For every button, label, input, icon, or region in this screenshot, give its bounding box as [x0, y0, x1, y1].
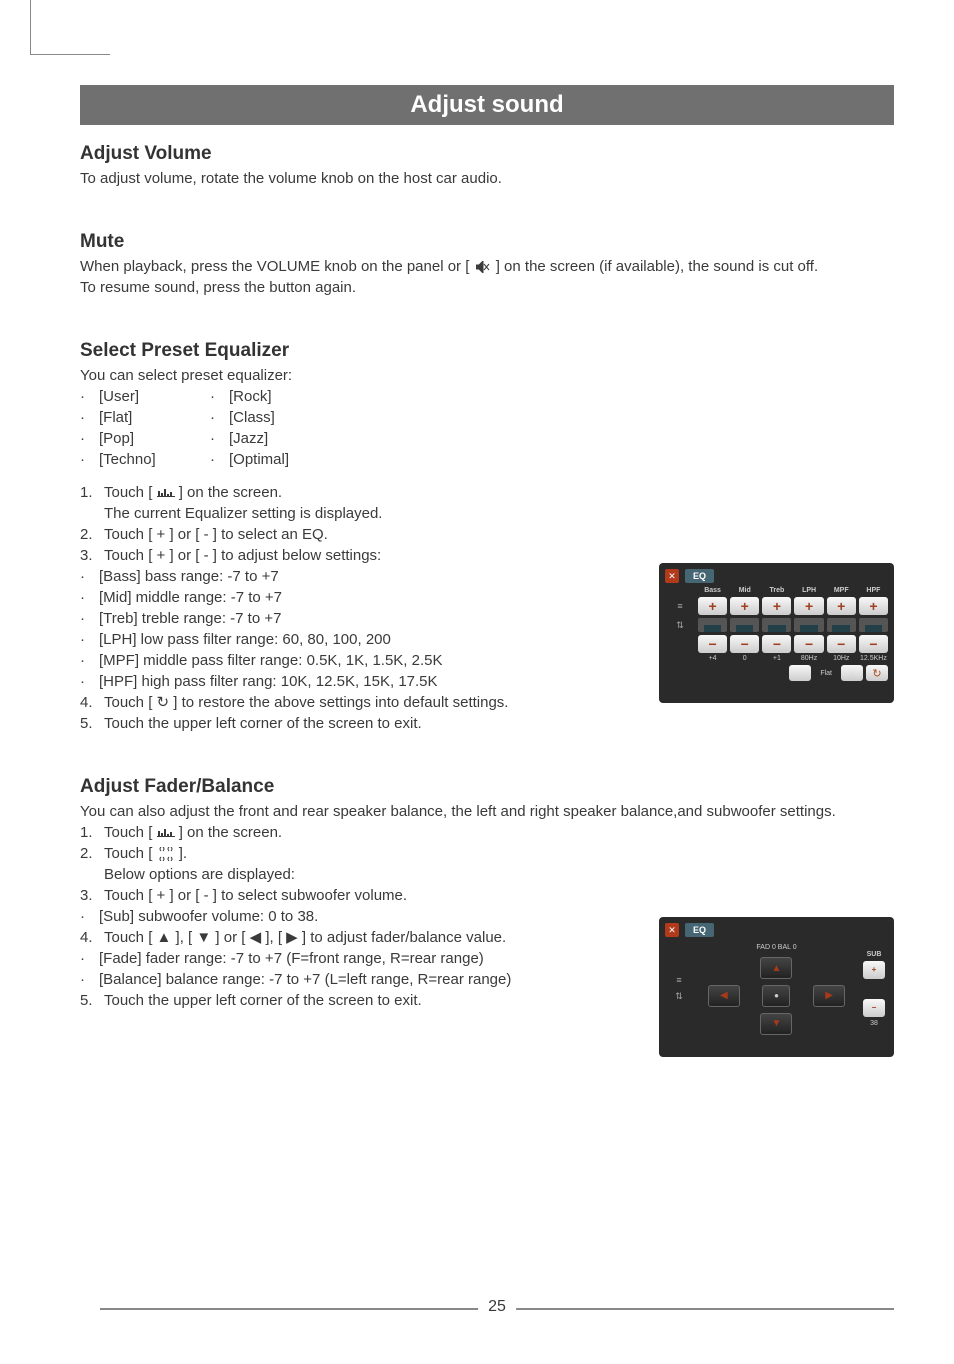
title-adjust-volume: Adjust Volume	[80, 143, 894, 165]
minus-button: −	[789, 665, 811, 681]
title-eq: Select Preset Equalizer	[80, 340, 894, 362]
down-triangle-icon: ▼	[196, 929, 211, 946]
plus-button: +	[762, 597, 791, 615]
up-button: ▲	[760, 957, 792, 979]
fader-balance-icon: ⇅	[665, 620, 695, 631]
equalizer-icon: ≡	[665, 975, 693, 985]
minus-button: −	[827, 635, 856, 653]
title-mute: Mute	[80, 231, 894, 253]
eq-title-label: EQ	[685, 923, 714, 937]
text-mute-1: When playback, press the VOLUME knob on …	[80, 256, 894, 277]
text-fb-intro: You can also adjust the front and rear s…	[80, 801, 894, 822]
mute-icon	[476, 261, 490, 273]
plus-button: +	[698, 597, 727, 615]
plus-button: +	[827, 597, 856, 615]
page-number: 25	[478, 1298, 516, 1316]
close-icon: ✕	[665, 569, 679, 583]
plus-button: +	[863, 961, 885, 979]
minus-button: −	[794, 635, 823, 653]
equalizer-icon	[157, 488, 175, 498]
plus-button: +	[794, 597, 823, 615]
corner-decoration	[30, 0, 110, 55]
equalizer-icon: ≡	[665, 601, 695, 611]
left-button: ◀	[708, 985, 740, 1007]
text-eq-intro: You can select preset equalizer:	[80, 365, 894, 386]
page-content: Adjust sound Adjust Volume To adjust vol…	[80, 85, 894, 1264]
title-fb: Adjust Fader/Balance	[80, 776, 894, 798]
eq-title-label: EQ	[685, 569, 714, 583]
screenshot-equalizer: ✕ EQ Bass Mid Treb LPH MPF HPF ≡ + + + +…	[659, 563, 894, 703]
minus-button: −	[762, 635, 791, 653]
plus-button: +	[730, 597, 759, 615]
restore-icon: ↻	[157, 694, 170, 711]
screenshot-fader-balance: ✕ EQ ≡ ⇅ FAD 0 BAL 0 ▲ ◀ ● ▶ ▼ SUB	[659, 917, 894, 1057]
left-triangle-icon: ◀	[250, 929, 262, 946]
right-button: ▶	[813, 985, 845, 1007]
minus-button: −	[698, 635, 727, 653]
plus-button: +	[841, 665, 863, 681]
equalizer-icon	[157, 828, 175, 838]
text-adjust-volume: To adjust volume, rotate the volume knob…	[80, 168, 894, 189]
fader-balance-icon	[157, 847, 175, 861]
text-mute-2: To resume sound, press the button again.	[80, 277, 894, 298]
right-triangle-icon: ▶	[286, 929, 298, 946]
center-button: ●	[762, 985, 790, 1007]
close-icon: ✕	[665, 923, 679, 937]
minus-button: −	[730, 635, 759, 653]
footer: 25	[100, 1294, 894, 1324]
fader-balance-icon: ⇅	[665, 991, 693, 1002]
reload-icon: ↻	[866, 665, 888, 681]
minus-button: −	[859, 635, 888, 653]
eq-preset-list: ·[User] ·[Flat] ·[Pop] ·[Techno] ·[Rock]…	[80, 386, 894, 470]
minus-button: −	[863, 999, 885, 1017]
down-button: ▼	[760, 1013, 792, 1035]
section-header: Adjust sound	[80, 85, 894, 125]
plus-button: +	[859, 597, 888, 615]
up-triangle-icon: ▲	[157, 929, 172, 946]
